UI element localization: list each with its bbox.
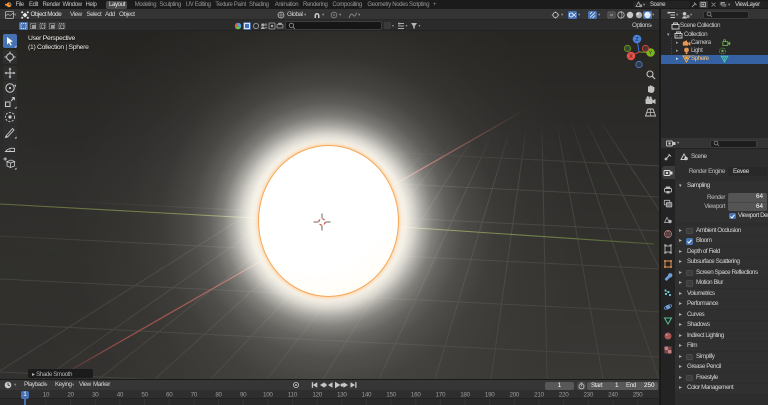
svg-text:250: 250 xyxy=(633,392,643,399)
svg-text:210: 210 xyxy=(534,392,544,399)
svg-text:110: 110 xyxy=(288,392,298,399)
svg-text:10: 10 xyxy=(43,392,50,399)
svg-text:80: 80 xyxy=(215,392,222,399)
svg-text:240: 240 xyxy=(608,392,618,399)
svg-text:50: 50 xyxy=(141,392,148,399)
svg-text:190: 190 xyxy=(485,392,495,399)
svg-text:70: 70 xyxy=(191,392,198,399)
svg-text:230: 230 xyxy=(583,392,593,399)
svg-text:20: 20 xyxy=(67,392,74,399)
svg-text:90: 90 xyxy=(240,392,247,399)
svg-text:40: 40 xyxy=(117,392,124,399)
svg-text:170: 170 xyxy=(436,392,446,399)
svg-text:100: 100 xyxy=(263,392,273,399)
svg-text:200: 200 xyxy=(510,392,520,399)
svg-text:60: 60 xyxy=(166,392,173,399)
svg-text:30: 30 xyxy=(92,392,99,399)
svg-text:180: 180 xyxy=(460,392,470,399)
svg-text:140: 140 xyxy=(362,392,372,399)
svg-text:150: 150 xyxy=(386,392,396,399)
svg-text:160: 160 xyxy=(411,392,421,399)
svg-text:130: 130 xyxy=(337,392,347,399)
svg-text:120: 120 xyxy=(312,392,322,399)
svg-text:X: X xyxy=(629,54,633,60)
svg-text:220: 220 xyxy=(559,392,569,399)
svg-text:Y: Y xyxy=(649,51,653,57)
